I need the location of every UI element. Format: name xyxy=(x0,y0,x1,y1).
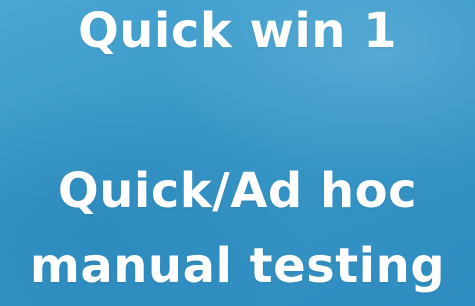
slide: Quick win 1 Quick/Ad hoc manual testing xyxy=(0,0,475,306)
slide-body-line-1: Quick/Ad hoc xyxy=(57,163,418,219)
slide-heading: Quick win 1 xyxy=(77,3,398,59)
slide-body-line-2: manual testing xyxy=(29,238,446,294)
